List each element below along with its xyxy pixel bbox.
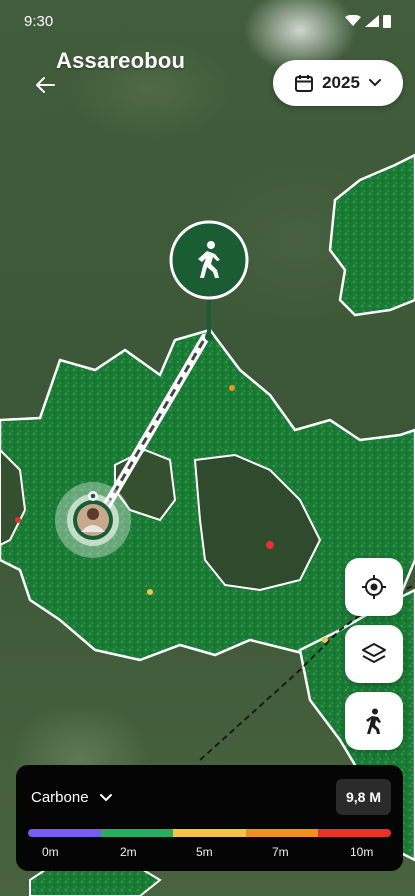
color-scale: [28, 829, 391, 837]
scale-segment: [173, 829, 246, 837]
scale-tick-label: 2m: [120, 845, 137, 859]
scale-segment: [318, 829, 391, 837]
metric-value-badge: 9,8 M: [335, 779, 391, 815]
battery-icon: [383, 14, 391, 28]
signal-icon: [365, 15, 379, 27]
target-marker-tip: [205, 333, 213, 341]
layers-button[interactable]: [345, 625, 403, 683]
hotspot: [15, 517, 21, 523]
scale-segment: [100, 829, 174, 837]
forest-area-east: [328, 153, 415, 317]
calendar-icon: [295, 75, 314, 92]
chevron-down-icon: [368, 79, 381, 87]
hotspot: [147, 589, 153, 595]
scale-tick-label: 10m: [350, 845, 374, 859]
scale-segment: [245, 829, 319, 837]
recenter-location-button[interactable]: [345, 558, 403, 616]
carbon-legend-panel: Carbone 9,8 M 0m 2m 5m 7m 10m: [16, 765, 403, 871]
status-icons: [345, 14, 391, 28]
status-time: 9:30: [24, 12, 54, 30]
walk-mode-button[interactable]: [345, 692, 403, 750]
scale-tick-label: 7m: [272, 845, 289, 859]
hotspot: [229, 385, 235, 391]
user-avatar-head: [87, 508, 99, 520]
wifi-icon: [345, 15, 361, 26]
scale-segment: [28, 829, 101, 837]
back-button[interactable]: [30, 70, 60, 100]
hotspot: [266, 541, 274, 549]
status-bar: 9:30: [24, 10, 391, 32]
scale-tick-label: 5m: [196, 845, 213, 859]
year-value: 2025: [322, 73, 360, 92]
map-view[interactable]: [0, 0, 415, 896]
page-title: Assareobou: [56, 48, 186, 73]
metric-selector[interactable]: Carbone: [31, 789, 113, 806]
crosshair-icon: [362, 575, 386, 599]
year-selector[interactable]: 2025: [273, 60, 403, 106]
walking-icon: [366, 708, 381, 734]
scale-tick-label: 0m: [42, 845, 59, 859]
arrow-left-icon: [36, 77, 55, 93]
layers-icon: [362, 643, 386, 663]
scale-ticks: 0m 2m 5m 7m 10m: [28, 845, 391, 861]
chevron-down-icon: [99, 793, 112, 801]
metric-label: Carbone: [31, 789, 89, 806]
map-canvas: [0, 153, 415, 896]
